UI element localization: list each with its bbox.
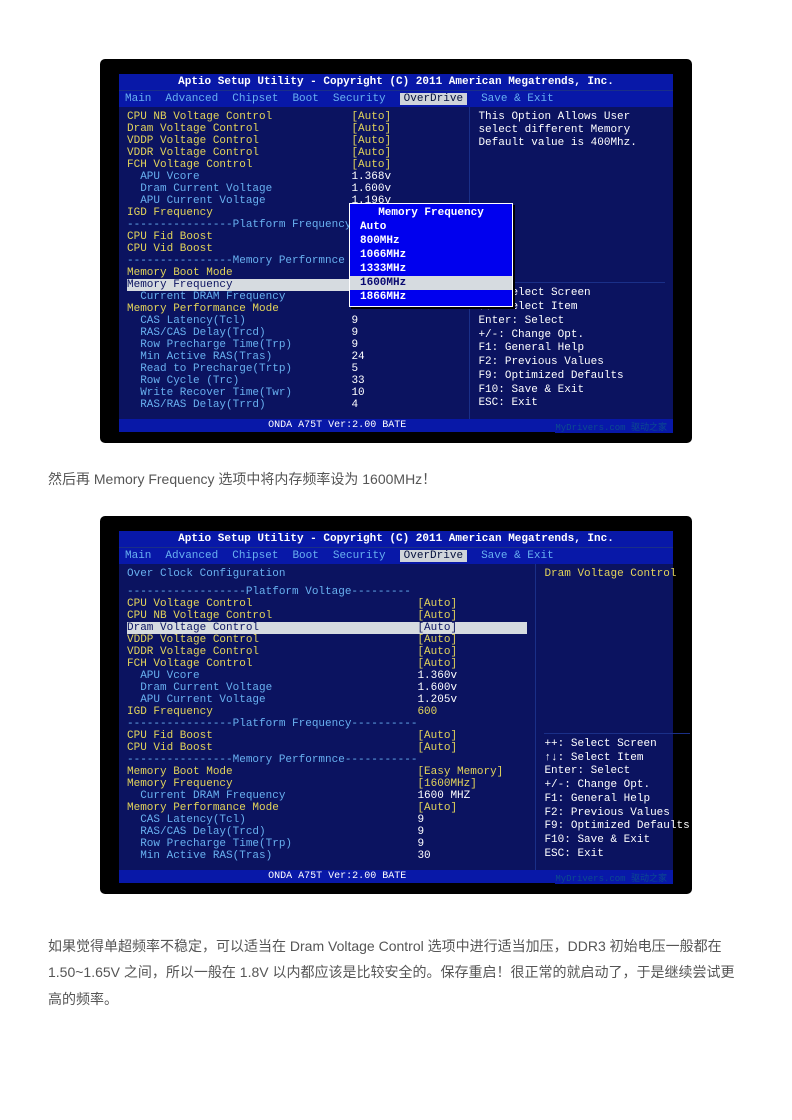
help-text: Dram Voltage Control: [544, 568, 689, 688]
setting-row: APU Vcore1.360v: [127, 670, 527, 682]
tab-chipset[interactable]: Chipset: [232, 550, 278, 562]
tab-main[interactable]: Main: [125, 550, 151, 562]
setting-row[interactable]: Memory Boot Mode[Easy Memory]: [127, 766, 527, 778]
bios-left-panel: CPU NB Voltage Control[Auto]Dram Voltage…: [119, 107, 470, 419]
setting-row: Min Active RAS(Tras)30: [127, 850, 527, 862]
popup-option[interactable]: 1066MHz: [350, 248, 512, 262]
setting-row: Row Precharge Time(Trp)9: [127, 838, 527, 850]
tab-boot[interactable]: Boot: [292, 93, 318, 105]
tab-boot[interactable]: Boot: [292, 550, 318, 562]
key-hint: F10: Save & Exit: [478, 384, 665, 398]
tab-advanced[interactable]: Advanced: [165, 93, 218, 105]
key-hint: F9: Optimized Defaults: [544, 820, 689, 834]
watermark: MyDrivers.com 驱动之家: [555, 420, 673, 433]
popup-title: Memory Frequency: [350, 206, 512, 220]
tab-overdrive[interactable]: OverDrive: [400, 93, 467, 105]
bios-right-panel: Dram Voltage Control ++: Select Screen↑↓…: [536, 564, 697, 870]
setting-row: ------------------Platform Voltage------…: [127, 586, 527, 598]
tab-save-exit[interactable]: Save & Exit: [481, 93, 554, 105]
setting-row: CAS Latency(Tcl)9: [127, 315, 461, 327]
key-hint: F10: Save & Exit: [544, 834, 689, 848]
section-header: Over Clock Configuration: [127, 568, 527, 580]
menubar: Main Advanced Chipset Boot Security OverDrive…: [119, 547, 673, 564]
key-hint: Enter: Select: [544, 765, 689, 779]
setting-row[interactable]: Memory Performance Mode[Auto]: [127, 802, 527, 814]
memory-frequency-popup[interactable]: Memory Frequency Auto800MHz1066MHz1333MH…: [349, 203, 513, 307]
setting-row: Min Active RAS(Tras)24: [127, 351, 461, 363]
tab-save-exit[interactable]: Save & Exit: [481, 550, 554, 562]
key-hint: ++: Select Screen: [544, 738, 689, 752]
popup-option[interactable]: 1600MHz: [350, 276, 512, 290]
setting-row[interactable]: CPU Vid Boost[Auto]: [127, 742, 527, 754]
tab-main[interactable]: Main: [125, 93, 151, 105]
setting-row[interactable]: CPU Fid Boost[Auto]: [127, 730, 527, 742]
setting-row[interactable]: VDDP Voltage Control[Auto]: [127, 135, 461, 147]
bios-footer: ONDA A75T Ver:2.00 BATE MyDrivers.com 驱动…: [119, 870, 673, 883]
watermark: MyDrivers.com 驱动之家: [555, 871, 673, 884]
key-hint: F2: Previous Values: [544, 807, 689, 821]
tab-security[interactable]: Security: [333, 93, 386, 105]
setting-row: ----------------Platform Frequency------…: [127, 718, 527, 730]
popup-option[interactable]: 800MHz: [350, 234, 512, 248]
paragraph-2: 如果觉得单超频率不稳定，可以适当在 Dram Voltage Control 选…: [48, 933, 744, 1013]
setting-row: CAS Latency(Tcl)9: [127, 814, 527, 826]
setting-row[interactable]: FCH Voltage Control[Auto]: [127, 159, 461, 171]
setting-row: Read to Precharge(Trtp)5: [127, 363, 461, 375]
bios-title: Aptio Setup Utility - Copyright (C) 2011…: [119, 74, 673, 90]
key-hint: F1: General Help: [544, 793, 689, 807]
paragraph-1: 然后再 Memory Frequency 选项中将内存频率设为 1600MHz！: [48, 466, 744, 493]
setting-row: RAS/CAS Delay(Trcd)9: [127, 327, 461, 339]
tab-security[interactable]: Security: [333, 550, 386, 562]
bios-footer: ONDA A75T Ver:2.00 BATE MyDrivers.com 驱动…: [119, 419, 673, 432]
bios-screenshot-2: Aptio Setup Utility - Copyright (C) 2011…: [101, 517, 691, 893]
key-hint: +/-: Change Opt.: [478, 329, 665, 343]
popup-option[interactable]: Auto: [350, 220, 512, 234]
setting-row: RAS/CAS Delay(Trcd)9: [127, 826, 527, 838]
key-hint: Enter: Select: [478, 315, 665, 329]
setting-row[interactable]: VDDP Voltage Control[Auto]: [127, 634, 527, 646]
setting-row[interactable]: CPU NB Voltage Control[Auto]: [127, 111, 461, 123]
key-hint: F2: Previous Values: [478, 356, 665, 370]
setting-row[interactable]: Dram Voltage Control[Auto]: [127, 622, 527, 634]
bios-screenshot-1: Aptio Setup Utility - Copyright (C) 2011…: [101, 60, 691, 442]
setting-row[interactable]: VDDR Voltage Control[Auto]: [127, 646, 527, 658]
key-hint: ESC: Exit: [544, 848, 689, 862]
setting-row: Dram Current Voltage1.600v: [127, 682, 527, 694]
bios-left-panel: Over Clock Configuration ---------------…: [119, 564, 536, 870]
setting-row[interactable]: CPU NB Voltage Control[Auto]: [127, 610, 527, 622]
key-hint: ↑↓: Select Item: [544, 752, 689, 766]
popup-option[interactable]: 1333MHz: [350, 262, 512, 276]
setting-row: ----------------Memory Performnce-------…: [127, 754, 527, 766]
bios-title: Aptio Setup Utility - Copyright (C) 2011…: [119, 531, 673, 547]
setting-row: Dram Current Voltage1.600v: [127, 183, 461, 195]
setting-row: APU Vcore1.368v: [127, 171, 461, 183]
setting-row[interactable]: IGD Frequency600: [127, 706, 527, 718]
setting-row[interactable]: FCH Voltage Control[Auto]: [127, 658, 527, 670]
setting-row: Row Precharge Time(Trp)9: [127, 339, 461, 351]
setting-row: APU Current Voltage1.205v: [127, 694, 527, 706]
key-hint: ESC: Exit: [478, 397, 665, 411]
setting-row: Current DRAM Frequency1600 MHZ: [127, 790, 527, 802]
setting-row[interactable]: Memory Frequency[1600MHz]: [127, 778, 527, 790]
key-hint: F1: General Help: [478, 342, 665, 356]
setting-row[interactable]: VDDR Voltage Control[Auto]: [127, 147, 461, 159]
tab-overdrive[interactable]: OverDrive: [400, 550, 467, 562]
setting-row[interactable]: Dram Voltage Control[Auto]: [127, 123, 461, 135]
setting-row[interactable]: CPU Voltage Control[Auto]: [127, 598, 527, 610]
setting-row: Row Cycle (Trc)33: [127, 375, 461, 387]
tab-advanced[interactable]: Advanced: [165, 550, 218, 562]
tab-chipset[interactable]: Chipset: [232, 93, 278, 105]
popup-option[interactable]: 1866MHz: [350, 290, 512, 304]
key-legend: ++: Select Screen↑↓: Select ItemEnter: S…: [544, 733, 689, 862]
setting-row: Write Recover Time(Twr)10: [127, 387, 461, 399]
key-hint: F9: Optimized Defaults: [478, 370, 665, 384]
menubar: Main Advanced Chipset Boot Security OverDrive…: [119, 90, 673, 107]
key-hint: +/-: Change Opt.: [544, 779, 689, 793]
setting-row: RAS/RAS Delay(Trrd)4: [127, 399, 461, 411]
